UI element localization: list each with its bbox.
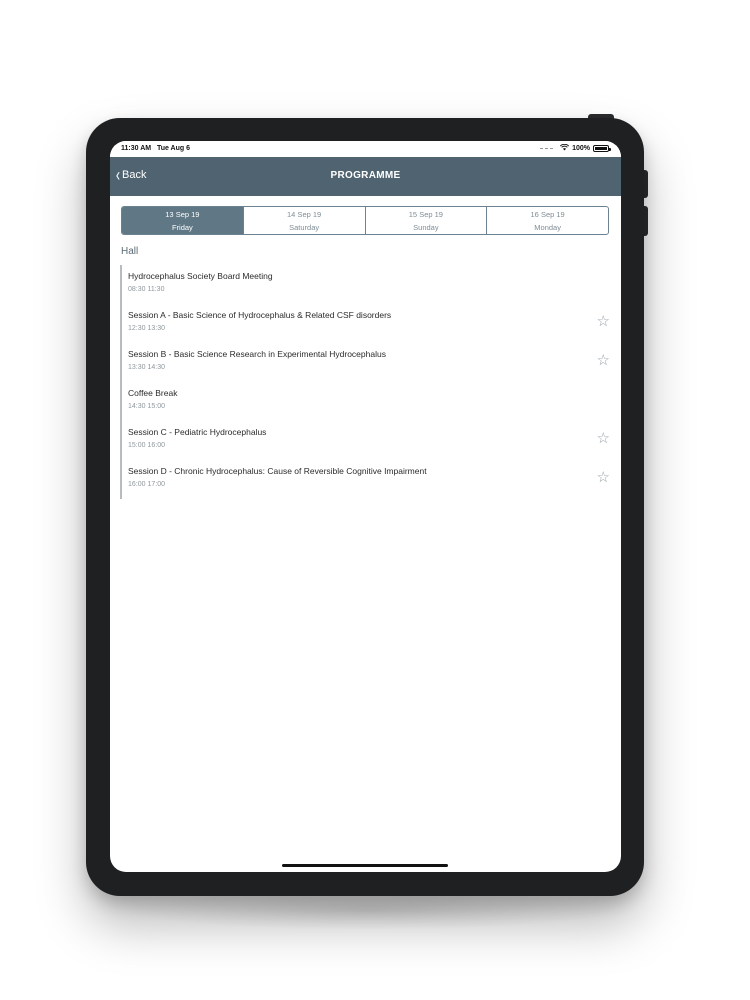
tab-monday[interactable]: 16 Sep 19 Monday bbox=[486, 207, 608, 234]
tab-day: Sunday bbox=[413, 222, 439, 232]
tablet-screen: 11:30 AM Tue Aug 6 100% ‹ Back PROGRAMME bbox=[110, 141, 621, 872]
session-time: 14:30 15:00 bbox=[128, 403, 165, 410]
session-item[interactable]: Session C - Pediatric Hydrocephalus 15:0… bbox=[120, 421, 610, 460]
session-item[interactable]: Session A - Basic Science of Hydrocephal… bbox=[120, 304, 610, 343]
tab-date: 16 Sep 19 bbox=[530, 209, 565, 219]
star-icon[interactable]: ☆ bbox=[597, 314, 610, 329]
tab-date: 15 Sep 19 bbox=[408, 209, 443, 219]
tab-day: Monday bbox=[534, 222, 561, 232]
tab-date: 13 Sep 19 bbox=[165, 209, 200, 219]
session-item[interactable]: Hydrocephalus Society Board Meeting 08:3… bbox=[120, 265, 610, 304]
status-time: 11:30 AM bbox=[121, 145, 152, 152]
session-title: Hydrocephalus Society Board Meeting bbox=[128, 271, 273, 281]
battery-icon bbox=[593, 145, 611, 152]
status-time-date: 11:30 AM Tue Aug 6 bbox=[121, 145, 190, 152]
home-indicator[interactable] bbox=[282, 864, 448, 867]
section-title: Hall bbox=[121, 246, 139, 257]
star-icon[interactable]: ☆ bbox=[597, 470, 610, 485]
battery-percent: 100% bbox=[572, 145, 590, 152]
tab-sunday[interactable]: 15 Sep 19 Sunday bbox=[364, 207, 487, 234]
session-list: Hydrocephalus Society Board Meeting 08:3… bbox=[120, 265, 610, 499]
status-bar: 11:30 AM Tue Aug 6 100% bbox=[110, 141, 621, 157]
tab-saturday[interactable]: 14 Sep 19 Saturday bbox=[242, 207, 365, 234]
status-right: 100% bbox=[540, 143, 611, 153]
tab-date: 14 Sep 19 bbox=[287, 209, 322, 219]
day-tabs: 13 Sep 19 Friday 14 Sep 19 Saturday 15 S… bbox=[121, 206, 609, 235]
session-title: Session B - Basic Science Research in Ex… bbox=[128, 349, 386, 359]
page-title: PROGRAMME bbox=[330, 170, 401, 181]
star-icon[interactable]: ☆ bbox=[597, 431, 610, 446]
session-title: Session D - Chronic Hydrocephalus: Cause… bbox=[128, 466, 427, 476]
star-icon[interactable]: ☆ bbox=[597, 353, 610, 368]
stage: 11:30 AM Tue Aug 6 100% ‹ Back PROGRAMME bbox=[0, 0, 750, 1000]
session-title: Session A - Basic Science of Hydrocephal… bbox=[128, 310, 392, 320]
session-time: 13:30 14:30 bbox=[128, 364, 165, 371]
tab-friday[interactable]: 13 Sep 19 Friday bbox=[122, 207, 243, 234]
wifi-icon bbox=[560, 143, 570, 153]
session-time: 12:30 13:30 bbox=[128, 325, 165, 332]
device-shadow bbox=[120, 890, 620, 930]
session-time: 08:30 11:30 bbox=[128, 286, 165, 293]
signal-dots bbox=[540, 148, 554, 149]
session-title: Session C - Pediatric Hydrocephalus bbox=[128, 427, 267, 437]
tab-day: Friday bbox=[171, 222, 193, 232]
session-title: Coffee Break bbox=[128, 388, 178, 398]
session-time: 15:00 16:00 bbox=[128, 442, 165, 449]
tab-day: Saturday bbox=[289, 222, 320, 232]
session-item[interactable]: Session B - Basic Science Research in Ex… bbox=[120, 343, 610, 382]
status-date: Tue Aug 6 bbox=[156, 145, 190, 152]
session-item[interactable]: Coffee Break 14:30 15:00 bbox=[120, 382, 610, 421]
navigation-bar: ‹ Back PROGRAMME bbox=[110, 157, 621, 196]
session-time: 16:00 17:00 bbox=[128, 481, 165, 488]
session-item[interactable]: Session D - Chronic Hydrocephalus: Cause… bbox=[120, 460, 610, 499]
